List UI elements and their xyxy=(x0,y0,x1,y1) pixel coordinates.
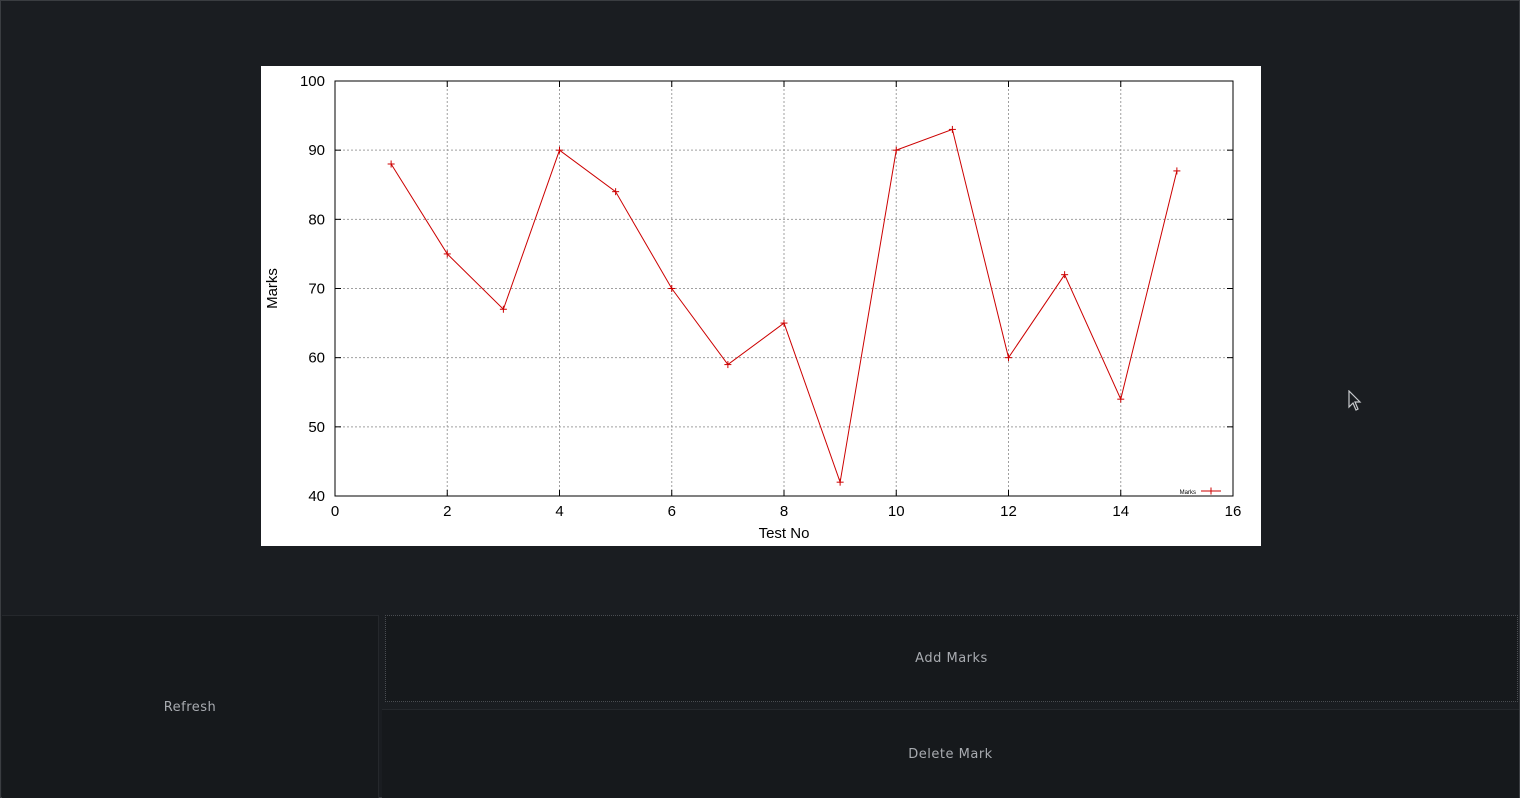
chart-ticks: 0 2 4 6 8 10 12 14 16 40 50 60 70 80 90 100 xyxy=(300,73,1241,520)
y-tick-label: 50 xyxy=(308,419,325,436)
data-point xyxy=(1173,167,1181,175)
y-tick-label: 70 xyxy=(308,281,325,298)
data-point xyxy=(948,125,956,133)
y-tick-label: 100 xyxy=(300,73,325,90)
data-point xyxy=(892,146,900,154)
refresh-button[interactable]: Refresh xyxy=(2,615,379,798)
y-tick-label: 90 xyxy=(308,142,325,159)
y-tick-label: 60 xyxy=(308,350,325,367)
mouse-cursor-icon xyxy=(1348,390,1362,411)
y-tick-label: 40 xyxy=(308,488,325,505)
chart-legend: Marks xyxy=(1180,487,1221,496)
x-tick-label: 12 xyxy=(1000,503,1017,520)
data-point xyxy=(780,319,788,327)
x-tick-label: 2 xyxy=(443,503,451,520)
add-marks-button[interactable]: Add Marks xyxy=(385,615,1518,702)
data-point xyxy=(556,146,563,154)
data-point xyxy=(724,361,732,369)
x-tick-label: 10 xyxy=(888,503,905,520)
data-point xyxy=(1005,354,1012,362)
y-axis-label: Marks xyxy=(264,268,281,309)
data-point xyxy=(836,478,844,486)
data-point xyxy=(668,285,676,292)
data-point xyxy=(612,188,620,196)
x-tick-label: 6 xyxy=(668,503,676,520)
x-tick-label: 14 xyxy=(1112,503,1129,520)
data-point xyxy=(387,160,395,168)
marks-line-chart: 0 2 4 6 8 10 12 14 16 40 50 60 70 80 90 100 Marks Test … xyxy=(264,73,1241,542)
legend-label: Marks xyxy=(1180,490,1196,496)
data-point xyxy=(1061,271,1069,279)
x-tick-label: 4 xyxy=(555,503,563,520)
y-tick-label: 80 xyxy=(308,211,325,228)
chart-grid xyxy=(335,81,1233,496)
x-tick-label: 16 xyxy=(1225,503,1242,520)
marks-chart-panel: 0 2 4 6 8 10 12 14 16 40 50 60 70 80 90 100 Marks Test … xyxy=(261,66,1261,546)
app-window: 0 2 4 6 8 10 12 14 16 40 50 60 70 80 90 100 Marks Test … xyxy=(0,0,1520,798)
x-tick-label: 0 xyxy=(331,503,339,520)
delete-mark-button[interactable]: Delete Mark xyxy=(382,709,1519,798)
data-point xyxy=(1117,395,1125,403)
x-axis-label: Test No xyxy=(759,525,810,542)
x-tick-label: 8 xyxy=(780,503,788,520)
